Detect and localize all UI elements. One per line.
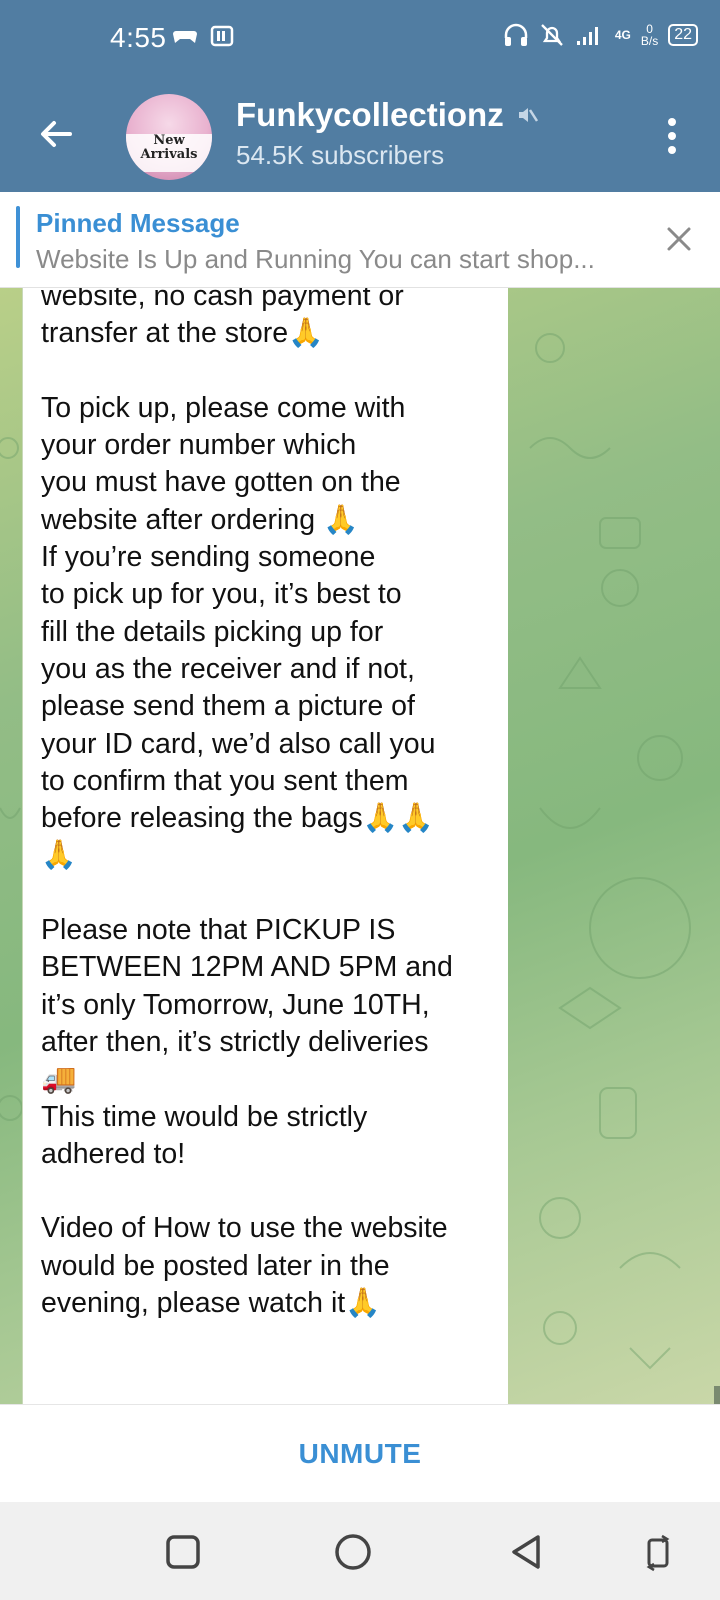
channel-title[interactable]: Funkycollectionz	[236, 96, 538, 134]
pinned-message-bar[interactable]: Pinned Message Website Is Up and Running…	[0, 192, 720, 288]
subscriber-count: 54.5K subscribers	[236, 140, 445, 170]
gamepad-icon	[173, 31, 197, 43]
message-text: website, no cash payment or transfer at …	[41, 288, 453, 1320]
status-time: 4:55	[110, 22, 167, 53]
avatar-text: New Arrivals	[140, 133, 198, 162]
back-triangle-icon[interactable]	[506, 1532, 546, 1572]
status-left-icons	[172, 24, 234, 48]
message-bubble[interactable]: website, no cash payment or transfer at …	[22, 288, 508, 1404]
home-circle-icon[interactable]	[333, 1532, 373, 1572]
unmute-button[interactable]: UNMUTE	[299, 1438, 422, 1470]
channel-name: Funkycollectionz	[236, 96, 504, 133]
rotate-icon[interactable]	[638, 1532, 678, 1572]
scrollbar-thumb[interactable]	[714, 1386, 720, 1404]
network-type: 4G	[614, 28, 631, 42]
close-icon[interactable]	[662, 222, 696, 256]
signal-icon	[576, 27, 598, 45]
pinned-indicator	[16, 206, 20, 268]
bottom-action-bar: UNMUTE	[0, 1404, 720, 1502]
recents-square-icon[interactable]	[163, 1532, 203, 1572]
more-options-icon[interactable]	[664, 116, 680, 156]
pinned-title: Pinned Message	[36, 208, 240, 238]
battery-indicator: 22	[668, 24, 698, 46]
back-arrow-icon[interactable]	[36, 114, 76, 154]
system-navigation-bar	[0, 1502, 720, 1600]
status-right-icons: 4G 0 B/s 22	[503, 22, 698, 48]
bell-off-icon	[541, 24, 563, 46]
channel-avatar[interactable]: New Arrivals	[126, 94, 212, 180]
status-bar: 4:55 4G 0 B/s 22	[0, 0, 720, 84]
pinned-preview: Website Is Up and Running You can start …	[36, 244, 595, 274]
headphones-icon	[504, 23, 528, 46]
app-notification-icon	[210, 25, 234, 47]
network-speed: 0 B/s	[640, 22, 659, 48]
chat-header: New Arrivals Funkycollectionz 54.5K subs…	[0, 84, 720, 192]
chat-area[interactable]: website, no cash payment or transfer at …	[0, 288, 720, 1404]
muted-speaker-icon	[518, 108, 538, 122]
